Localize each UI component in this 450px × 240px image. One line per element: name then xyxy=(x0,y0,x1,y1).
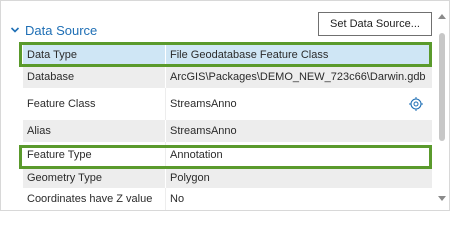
row-value-text: StreamsAnno xyxy=(170,98,237,110)
row-value: StreamsAnno xyxy=(165,120,432,142)
table-row[interactable]: Geometry Type Polygon xyxy=(23,167,432,188)
row-label: Feature Type xyxy=(27,148,92,161)
arrow-up-icon[interactable] xyxy=(438,13,446,19)
row-label: Coordinates have Z value xyxy=(27,193,153,205)
table-row[interactable]: Feature Class StreamsAnno xyxy=(23,88,432,120)
arrow-down-icon[interactable] xyxy=(438,196,446,202)
section-header[interactable]: Data Source xyxy=(9,21,97,39)
table-row[interactable]: Data Type File Geodatabase Feature Class xyxy=(23,43,432,66)
vertical-scrollbar[interactable] xyxy=(437,9,447,208)
row-label: Alias xyxy=(27,125,51,137)
row-value: File Geodatabase Feature Class xyxy=(165,43,432,66)
chevron-down-icon[interactable] xyxy=(9,24,21,36)
row-label: Database xyxy=(27,71,75,83)
table-row[interactable]: Database ArcGIS\Packages\DEMO_NEW_723c66… xyxy=(23,66,432,88)
row-value: StreamsAnno xyxy=(165,88,432,120)
row-label: Data Type xyxy=(27,48,77,61)
table-row[interactable]: Feature Type Annotation xyxy=(23,142,432,167)
row-value: Annotation xyxy=(165,142,432,167)
table-row[interactable]: Alias StreamsAnno xyxy=(23,120,432,142)
row-value: No xyxy=(165,188,432,210)
properties-table: Data Type File Geodatabase Feature Class… xyxy=(23,43,432,210)
section-title: Data Source xyxy=(25,22,98,38)
scrollbar-thumb[interactable] xyxy=(439,33,445,141)
row-label: Geometry Type xyxy=(27,171,102,184)
row-value: Polygon xyxy=(165,167,432,188)
row-value: ArcGIS\Packages\DEMO_NEW_723c66\Darwin.g… xyxy=(165,66,432,88)
row-label: Feature Class xyxy=(27,98,96,110)
table-row[interactable]: Coordinates have Z value No xyxy=(23,188,432,210)
properties-pane: Data Source Set Data Source... Data Type… xyxy=(0,0,450,211)
set-data-source-button[interactable]: Set Data Source... xyxy=(318,12,432,36)
locate-crosshair-icon[interactable] xyxy=(408,96,424,112)
